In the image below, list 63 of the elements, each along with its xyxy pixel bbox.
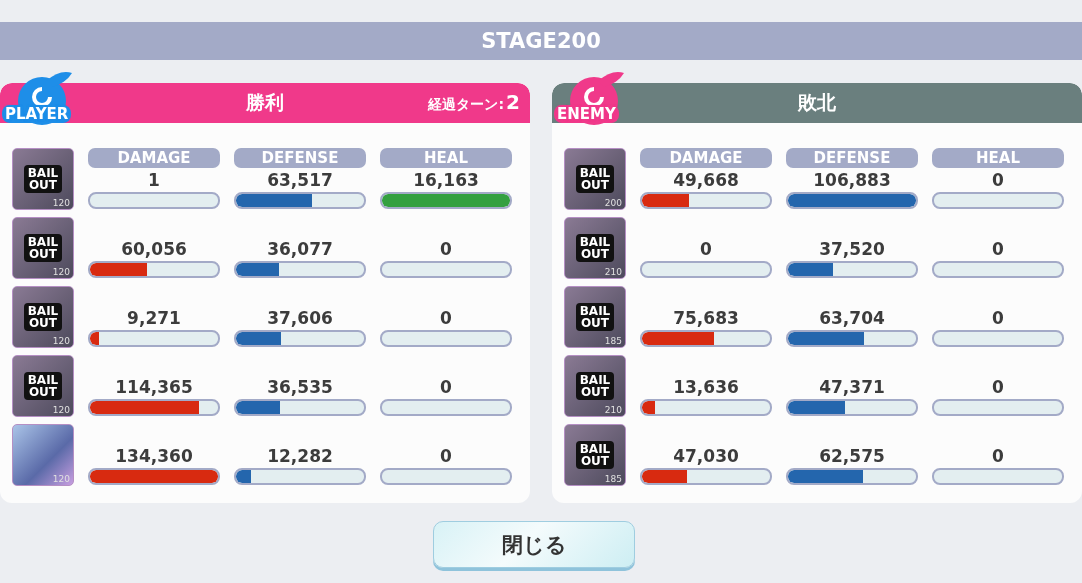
card-level: 200 [604, 198, 622, 208]
stat-value: 12,282 [266, 445, 334, 467]
stat-value: 0 [991, 238, 1005, 260]
stat-value: 0 [439, 238, 453, 260]
card-level: 120 [52, 198, 70, 208]
column-header: DEFENSE [786, 148, 918, 168]
stat-value: 114,365 [114, 376, 194, 398]
stat-value: 16,163 [412, 169, 480, 191]
stat-value: 37,520 [818, 238, 886, 260]
card-level: 185 [604, 474, 622, 484]
stat-value: 47,030 [672, 445, 740, 467]
bail-out-label: BAIL OUT [24, 303, 62, 331]
stat-value: 36,535 [266, 376, 334, 398]
stat-value: 63,704 [818, 307, 886, 329]
stat-value: 9,271 [126, 307, 182, 329]
team-label: PLAYER [2, 105, 72, 123]
stat-value: 47,371 [818, 376, 886, 398]
stat-value: 60,056 [120, 238, 188, 260]
stat-value: 0 [991, 376, 1005, 398]
stat-value: 63,517 [266, 169, 334, 191]
turn-count: 2 [506, 90, 520, 114]
card-level: 120 [52, 405, 70, 415]
bail-out-label: BAIL OUT [576, 234, 614, 262]
stat-value: 134,360 [114, 445, 194, 467]
stat-value: 49,668 [672, 169, 740, 191]
bail-out-label: BAIL OUT [576, 303, 614, 331]
result-title: 敗北 [798, 90, 836, 115]
card-level: 210 [604, 405, 622, 415]
stat-value: 1 [147, 169, 161, 191]
stat-value: 37,606 [266, 307, 334, 329]
team-label: ENEMY [554, 105, 619, 123]
card-level: 185 [604, 336, 622, 346]
bail-out-label: BAIL OUT [24, 165, 62, 193]
stat-value: 106,883 [812, 169, 892, 191]
turn-label: 経過ターン: [428, 96, 505, 114]
stat-value: 36,077 [266, 238, 334, 260]
column-header: DAMAGE [88, 148, 220, 168]
stat-value: 0 [991, 169, 1005, 191]
column-header: DAMAGE [640, 148, 772, 168]
stat-value: 13,636 [672, 376, 740, 398]
stat-value: 0 [991, 307, 1005, 329]
column-header: DEFENSE [234, 148, 366, 168]
card-level: 120 [52, 336, 70, 346]
bail-out-label: BAIL OUT [576, 165, 614, 193]
card-level: 120 [52, 267, 70, 277]
card-level: 210 [604, 267, 622, 277]
stat-value: 75,683 [672, 307, 740, 329]
card-level: 120 [52, 474, 70, 484]
stage-title: STAGE200 [481, 29, 601, 53]
stat-value: 0 [991, 445, 1005, 467]
result-title: 勝利 [246, 90, 284, 115]
stat-value: 0 [699, 238, 713, 260]
bail-out-label: BAIL OUT [24, 234, 62, 262]
stat-value: 0 [439, 307, 453, 329]
bail-out-label: BAIL OUT [24, 372, 62, 400]
stat-value: 62,575 [818, 445, 886, 467]
bail-out-label: BAIL OUT [576, 441, 614, 469]
stat-value: 0 [439, 445, 453, 467]
column-header: HEAL [932, 148, 1064, 168]
bail-out-label: BAIL OUT [576, 372, 614, 400]
stat-value: 0 [439, 376, 453, 398]
close-button[interactable]: 閉じる [433, 521, 635, 568]
column-header: HEAL [380, 148, 512, 168]
